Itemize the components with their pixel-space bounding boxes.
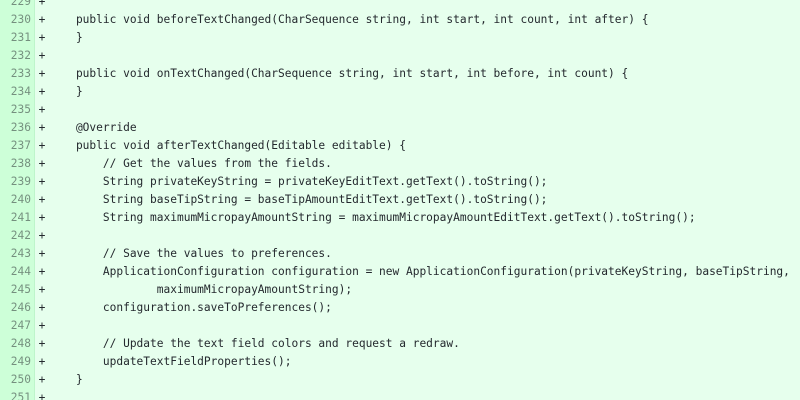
addition-marker: + bbox=[35, 173, 49, 191]
line-number[interactable]: 231 bbox=[0, 29, 35, 47]
diff-line: 232 + bbox=[0, 47, 800, 65]
code-text: public void afterTextChanged(Editable ed… bbox=[49, 137, 800, 155]
addition-marker: + bbox=[35, 245, 49, 263]
line-number[interactable]: 248 bbox=[0, 335, 35, 353]
code-text bbox=[49, 0, 800, 11]
diff-line: 247 + bbox=[0, 317, 800, 335]
code-text: String privateKeyString = privateKeyEdit… bbox=[49, 173, 800, 191]
diff-line: 250 + } bbox=[0, 371, 800, 389]
code-text: String maximumMicropayAmountString = max… bbox=[49, 209, 800, 227]
diff-line: 239 + String privateKeyString = privateKe… bbox=[0, 173, 800, 191]
line-number[interactable]: 251 bbox=[0, 389, 35, 400]
code-text bbox=[49, 101, 800, 119]
code-text bbox=[49, 47, 800, 65]
addition-marker: + bbox=[35, 263, 49, 281]
addition-marker: + bbox=[35, 29, 49, 47]
line-number[interactable]: 242 bbox=[0, 227, 35, 245]
line-number[interactable]: 239 bbox=[0, 173, 35, 191]
addition-marker: + bbox=[35, 317, 49, 335]
line-number[interactable]: 249 bbox=[0, 353, 35, 371]
addition-marker: + bbox=[35, 227, 49, 245]
addition-marker: + bbox=[35, 281, 49, 299]
diff-line: 244 + ApplicationConfiguration configurat… bbox=[0, 263, 800, 281]
diff-line: 234 + } bbox=[0, 83, 800, 101]
diff-line: 233 + public void onTextChanged(CharSeque… bbox=[0, 65, 800, 83]
addition-marker: + bbox=[35, 209, 49, 227]
line-number[interactable]: 235 bbox=[0, 101, 35, 119]
diff-line: 242 + bbox=[0, 227, 800, 245]
addition-marker: + bbox=[35, 83, 49, 101]
code-text: // Save the values to preferences. bbox=[49, 245, 800, 263]
addition-marker: + bbox=[35, 11, 49, 29]
line-number[interactable]: 250 bbox=[0, 371, 35, 389]
code-text: @Override bbox=[49, 119, 800, 137]
diff-lines: 229 +230 + public void beforeTextChanged(C… bbox=[0, 0, 800, 400]
addition-marker: + bbox=[35, 65, 49, 83]
diff-line: 251 + bbox=[0, 389, 800, 400]
code-text: } bbox=[49, 29, 800, 47]
diff-line: 231 + } bbox=[0, 29, 800, 47]
line-number[interactable]: 236 bbox=[0, 119, 35, 137]
line-number[interactable]: 241 bbox=[0, 209, 35, 227]
code-text: updateTextFieldProperties(); bbox=[49, 353, 800, 371]
addition-marker: + bbox=[35, 101, 49, 119]
line-number[interactable]: 237 bbox=[0, 137, 35, 155]
line-number[interactable]: 229 bbox=[0, 0, 35, 11]
addition-marker: + bbox=[35, 371, 49, 389]
code-text: configuration.saveToPreferences(); bbox=[49, 299, 800, 317]
diff-line: 240 + String baseTipString = baseTipAmoun… bbox=[0, 191, 800, 209]
addition-marker: + bbox=[35, 389, 49, 400]
diff-line: 229 + bbox=[0, 0, 800, 11]
line-number[interactable]: 232 bbox=[0, 47, 35, 65]
diff-line: 245 + maximumMicropayAmountString); bbox=[0, 281, 800, 299]
code-text: } bbox=[49, 371, 800, 389]
addition-marker: + bbox=[35, 353, 49, 371]
code-text: // Update the text field colors and requ… bbox=[49, 335, 800, 353]
code-text bbox=[49, 317, 800, 335]
diff-line: 241 + String maximumMicropayAmountString … bbox=[0, 209, 800, 227]
line-number[interactable]: 247 bbox=[0, 317, 35, 335]
diff-line: 249 + updateTextFieldProperties(); bbox=[0, 353, 800, 371]
line-number[interactable]: 244 bbox=[0, 263, 35, 281]
diff-view: 229 +230 + public void beforeTextChanged(C… bbox=[0, 0, 800, 400]
addition-marker: + bbox=[35, 137, 49, 155]
diff-line: 230 + public void beforeTextChanged(CharS… bbox=[0, 11, 800, 29]
addition-marker: + bbox=[35, 119, 49, 137]
code-text: String baseTipString = baseTipAmountEdit… bbox=[49, 191, 800, 209]
line-number[interactable]: 230 bbox=[0, 11, 35, 29]
diff-line: 248 + // Update the text field colors and… bbox=[0, 335, 800, 353]
diff-line: 237 + public void afterTextChanged(Editab… bbox=[0, 137, 800, 155]
code-text bbox=[49, 227, 800, 245]
addition-marker: + bbox=[35, 191, 49, 209]
addition-marker: + bbox=[35, 299, 49, 317]
code-text: // Get the values from the fields. bbox=[49, 155, 800, 173]
addition-marker: + bbox=[35, 335, 49, 353]
line-number[interactable]: 246 bbox=[0, 299, 35, 317]
line-number[interactable]: 238 bbox=[0, 155, 35, 173]
code-text: public void onTextChanged(CharSequence s… bbox=[49, 65, 800, 83]
addition-marker: + bbox=[35, 0, 49, 11]
addition-marker: + bbox=[35, 155, 49, 173]
code-text: maximumMicropayAmountString); bbox=[49, 281, 800, 299]
line-number[interactable]: 240 bbox=[0, 191, 35, 209]
diff-line: 246 + configuration.saveToPreferences(); bbox=[0, 299, 800, 317]
diff-line: 238 + // Get the values from the fields. bbox=[0, 155, 800, 173]
line-number[interactable]: 243 bbox=[0, 245, 35, 263]
code-text bbox=[49, 389, 800, 400]
code-text: ApplicationConfiguration configuration =… bbox=[49, 263, 800, 281]
line-number[interactable]: 245 bbox=[0, 281, 35, 299]
diff-line: 243 + // Save the values to preferences. bbox=[0, 245, 800, 263]
diff-line: 236 + @Override bbox=[0, 119, 800, 137]
code-text: } bbox=[49, 83, 800, 101]
line-number[interactable]: 233 bbox=[0, 65, 35, 83]
diff-line: 235 + bbox=[0, 101, 800, 119]
addition-marker: + bbox=[35, 47, 49, 65]
code-text: public void beforeTextChanged(CharSequen… bbox=[49, 11, 800, 29]
line-number[interactable]: 234 bbox=[0, 83, 35, 101]
